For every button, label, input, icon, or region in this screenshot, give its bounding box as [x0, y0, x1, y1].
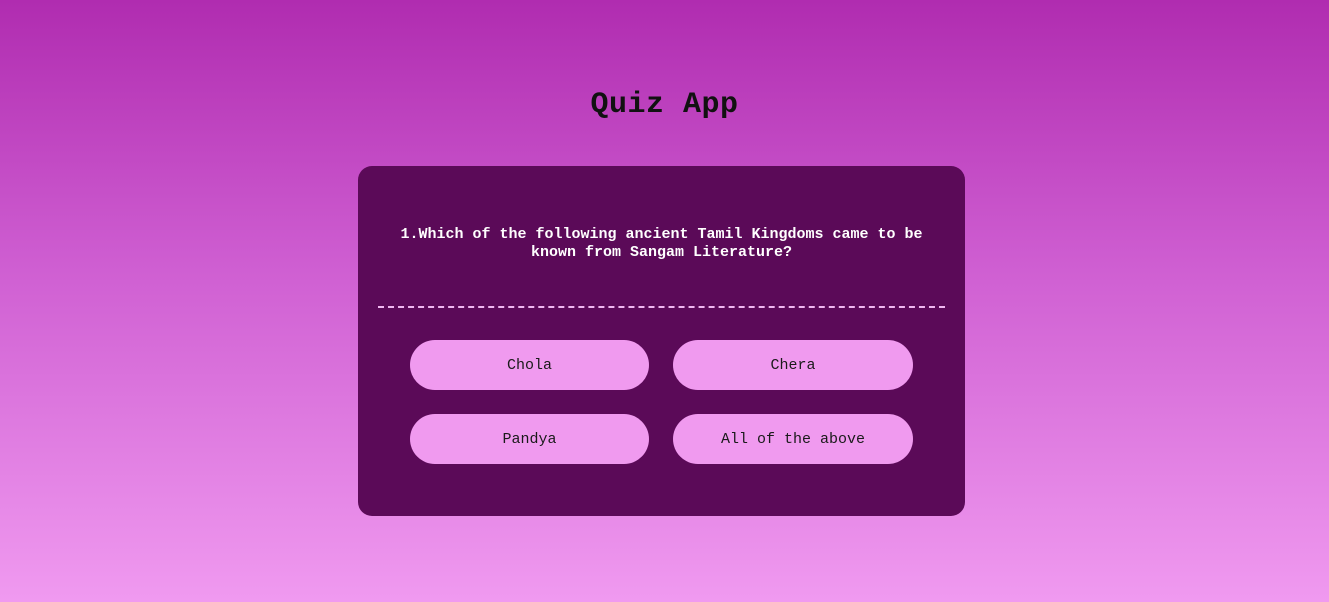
answer-options: Chola Chera Pandya All of the above — [410, 340, 913, 464]
app-title: Quiz App — [590, 88, 739, 122]
option-button-pandya[interactable]: Pandya — [410, 414, 649, 464]
question-text: 1.Which of the following ancient Tamil K… — [400, 226, 923, 261]
option-button-all-of-the-above[interactable]: All of the above — [673, 414, 913, 464]
question-divider — [378, 306, 945, 308]
quiz-card: 1.Which of the following ancient Tamil K… — [358, 166, 965, 516]
option-button-chera[interactable]: Chera — [673, 340, 913, 390]
option-button-chola[interactable]: Chola — [410, 340, 649, 390]
